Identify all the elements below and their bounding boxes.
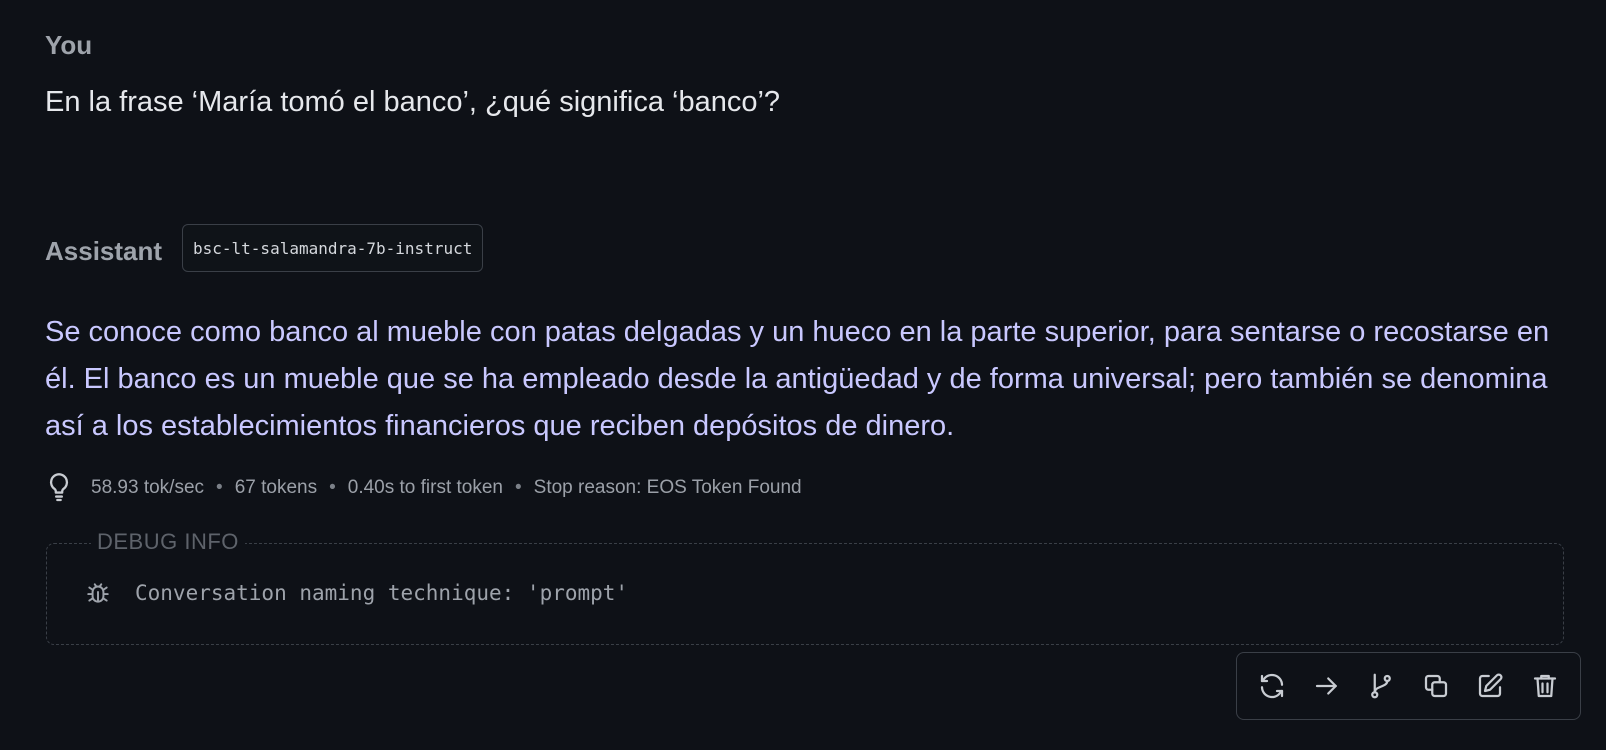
generation-stats: 58.93 tok/sec • 67 tokens • 0.40s to fir… [45, 472, 802, 504]
debug-info-row: Conversation naming technique: 'prompt' [85, 580, 628, 606]
branch-icon [1371, 673, 1392, 699]
tok-per-sec: 58.93 tok/sec [91, 477, 205, 498]
debug-info-title: DEBUG INFO [91, 529, 245, 555]
branch-button[interactable] [1361, 666, 1401, 706]
user-role-label: You [45, 30, 93, 60]
debug-info-panel: DEBUG INFO Conversation naming technique… [46, 529, 1564, 645]
stats-separator: • [216, 477, 223, 498]
stats-separator: • [515, 477, 522, 498]
chat-page: You En la frase ‘María tomó el banco’, ¿… [0, 0, 1606, 750]
regenerate-button[interactable] [1252, 666, 1292, 706]
regenerate-icon [1261, 673, 1284, 699]
message-actions-toolbar [1236, 652, 1581, 720]
edit-button[interactable] [1470, 666, 1510, 706]
stop-reason: Stop reason: EOS Token Found [533, 477, 802, 498]
continue-button[interactable] [1307, 666, 1347, 706]
edit-icon [1479, 673, 1503, 698]
delete-icon [1533, 674, 1556, 698]
model-badge[interactable]: bsc-lt-salamandra-7b-instruct [182, 224, 484, 272]
time-to-first-token: 0.40s to first token [347, 477, 503, 498]
user-message: En la frase ‘María tomó el banco’, ¿qué … [45, 86, 781, 118]
delete-button[interactable] [1525, 666, 1565, 706]
stats-separator: • [329, 477, 336, 498]
token-count: 67 tokens [234, 477, 318, 498]
copy-button[interactable] [1416, 666, 1456, 706]
assistant-role-label: Assistant [45, 236, 163, 266]
continue-icon [1315, 677, 1337, 695]
assistant-message: Se conoce como banco al mueble con patas… [45, 316, 1550, 442]
copy-icon [1424, 674, 1447, 698]
debug-info-text: Conversation naming technique: 'prompt' [135, 581, 629, 605]
bug-icon [85, 580, 111, 606]
lightbulb-icon[interactable] [45, 472, 73, 504]
